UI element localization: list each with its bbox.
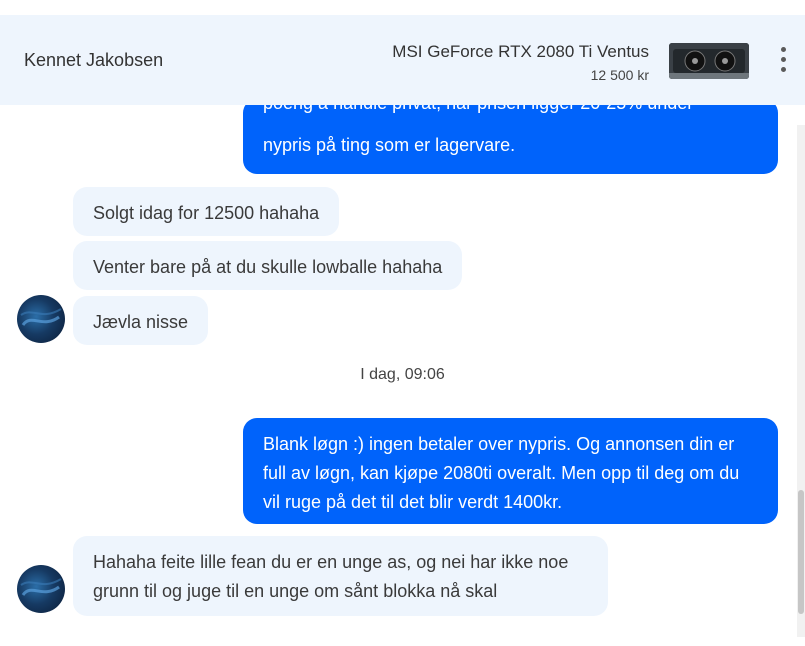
message-text: Blank løgn :) ingen betaler over nypris.… [263,434,740,512]
message-outgoing: Blank løgn :) ingen betaler over nypris.… [243,418,778,524]
avatar[interactable] [17,565,65,613]
listing-price: 12 500 kr [590,67,649,83]
message-text: nypris på ting som er lagervare. [263,135,516,155]
conversation-header: Kennet Jakobsen MSI GeForce RTX 2080 Ti … [0,15,805,105]
listing-title[interactable]: MSI GeForce RTX 2080 Ti Ventus [392,42,649,62]
scrollbar-thumb[interactable] [798,490,804,614]
avatar-image [20,308,62,327]
message-timestamp: I dag, 09:06 [360,366,445,383]
listing-info[interactable]: MSI GeForce RTX 2080 Ti Ventus 12 500 kr [392,42,649,83]
more-options-icon[interactable] [776,47,790,73]
message-incoming: Jævla nisse [73,296,209,345]
message-text: Hahaha feite lille fean du er en unge as… [93,552,569,601]
avatar-image [20,578,62,597]
message-text: Jævla nisse [93,312,189,332]
message-incoming: Venter bare på at du skulle lowballe hah… [73,241,463,290]
contact-name[interactable]: Kennet Jakobsen [24,50,163,71]
message-incoming: Solgt idag for 12500 hahaha [73,187,340,236]
message-list: poeng å handle privat, når prisen ligger… [0,105,805,646]
listing-thumbnail[interactable] [669,43,749,79]
graphics-card-image [669,43,749,79]
avatar[interactable] [17,295,65,343]
message-incoming: Hahaha feite lille fean du er en unge as… [73,536,608,616]
message-text-clipped: poeng å handle privat, når prisen ligger… [263,105,693,118]
message-text: Venter bare på at du skulle lowballe hah… [93,257,443,277]
message-text: Solgt idag for 12500 hahaha [93,203,320,223]
message-outgoing: poeng å handle privat, når prisen ligger… [243,105,778,174]
